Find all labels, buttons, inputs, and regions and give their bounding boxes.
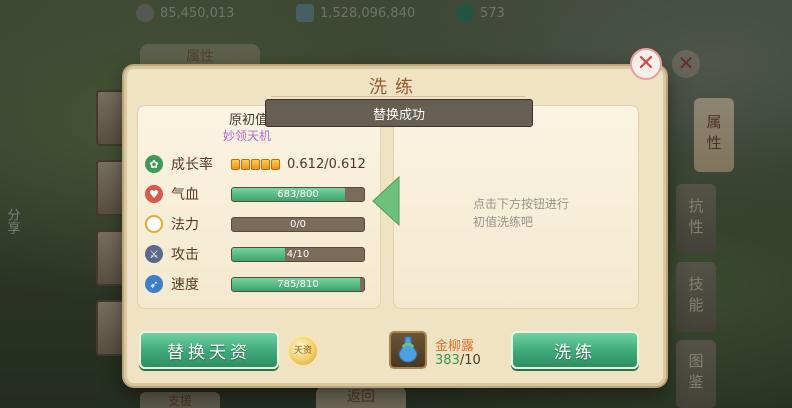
- boot-icon: ➶: [145, 275, 163, 293]
- potion-bottle-icon: [398, 336, 418, 363]
- stat-row-attack: ⚔ 攻击 4/10: [145, 243, 365, 265]
- original-value-label: 原初值: [229, 113, 269, 128]
- close-button[interactable]: ✕: [630, 48, 662, 80]
- stat-label: 速度: [171, 277, 199, 293]
- stat-row-growth: ✿ 成长率 0.612/0.612: [145, 153, 366, 175]
- growth-value: 0.612/0.612: [287, 156, 366, 172]
- speed-value: 785/810: [277, 278, 319, 290]
- stat-row-speed: ➶ 速度 785/810: [145, 273, 365, 295]
- growth-pip: [251, 158, 260, 170]
- growth-pip: [261, 158, 270, 170]
- hp-bar: 683/800: [231, 186, 365, 202]
- stat-label: 气血: [171, 187, 199, 203]
- item-slot[interactable]: [389, 331, 427, 369]
- mana-value: 0/0: [289, 218, 307, 230]
- item-have: 383: [435, 353, 460, 368]
- stat-label: 攻击: [171, 247, 199, 263]
- stat-label: 法力: [171, 217, 199, 233]
- pet-name: 妙领天机: [223, 129, 272, 143]
- wash-button[interactable]: 洗练: [511, 331, 639, 369]
- growth-pip: [271, 158, 280, 170]
- attack-value: 4/10: [286, 248, 310, 260]
- replace-aptitude-button[interactable]: 替换天资: [139, 331, 279, 369]
- sword-icon: ⚔: [145, 245, 163, 263]
- dialog-title: 洗练: [369, 77, 421, 98]
- item-need: /10: [459, 353, 481, 368]
- arrow-left-icon: [372, 175, 400, 227]
- hp-value: 683/800: [277, 188, 319, 200]
- stat-label: 成长率: [171, 157, 213, 173]
- stat-row-hp: ♥ 气血 683/800: [145, 183, 365, 205]
- item-count: 383/10: [435, 353, 481, 368]
- mana-bar: 0/0: [231, 216, 365, 232]
- hint-text: 点击下方按钮进行 初值洗练吧: [473, 195, 569, 231]
- mana-ring-icon: [145, 215, 163, 233]
- aptitude-badge-icon[interactable]: 天资: [287, 335, 319, 367]
- heart-icon: ♥: [145, 185, 163, 203]
- attack-bar: 4/10: [231, 246, 365, 262]
- growth-pip: [231, 158, 240, 170]
- speed-bar: 785/810: [231, 276, 365, 292]
- success-toast: 替换成功: [265, 99, 533, 127]
- item-name: 金柳露: [435, 339, 475, 354]
- hint-line: 点击下方按钮进行: [473, 197, 570, 211]
- wash-dialog: 洗练 原初值 妙领天机 ✿ 成长率 0.612/0.612 ♥ 气血 683/8…: [124, 66, 666, 386]
- hint-line: 初值洗练吧: [473, 215, 534, 229]
- leaf-icon: ✿: [145, 155, 163, 173]
- growth-pips: 0.612/0.612: [231, 157, 366, 172]
- close-icon: ✕: [636, 51, 656, 76]
- stat-row-mana: 法力 0/0: [145, 213, 365, 235]
- growth-pip: [241, 158, 250, 170]
